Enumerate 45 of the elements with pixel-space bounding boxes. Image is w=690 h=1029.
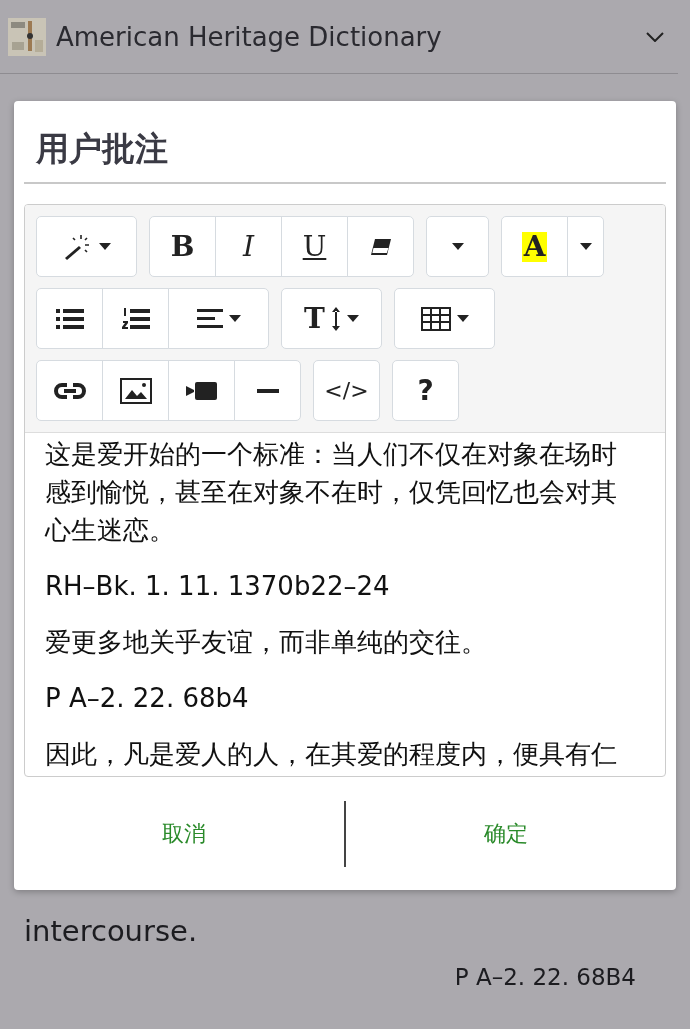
highlight-color-button[interactable]: A [501, 216, 568, 277]
annotation-paragraph: 因此，凡是爱人的人，在其爱的程度内，便具有仁 [45, 738, 618, 771]
confirm-button[interactable]: 确定 [346, 800, 666, 867]
bullet-list-icon [55, 307, 84, 330]
numbered-list-button[interactable] [102, 288, 169, 349]
image-icon [119, 377, 152, 404]
annotation-paragraph: RH–Bk. 1. 11. 1370b22–24 [45, 570, 391, 603]
table-button[interactable] [394, 288, 495, 349]
annotation-paragraph: 这是爱开始的一个标准：当人们不仅在对象在场时感到愉悦，甚至在对象不在时，仅凭回忆也会对其心生迷恋。 [45, 438, 618, 547]
text-size-button[interactable]: T [281, 288, 382, 349]
chevron-down-icon[interactable] [646, 31, 664, 42]
bullet-list-button[interactable] [36, 288, 103, 349]
caret-icon [346, 314, 359, 323]
caret-icon [451, 242, 464, 251]
dialog-title: 用户批注 [24, 101, 666, 184]
align-button[interactable] [168, 288, 269, 349]
italic-button[interactable]: I [215, 216, 282, 277]
video-camera-icon [185, 380, 218, 401]
horizontal-rule-button[interactable] [234, 360, 301, 421]
caret-icon [98, 242, 111, 251]
style-button[interactable] [36, 216, 137, 277]
caret-icon [579, 242, 592, 251]
table-icon [420, 306, 451, 331]
bold-button[interactable]: B [149, 216, 216, 277]
cancel-button[interactable]: 取消 [24, 800, 344, 867]
annotation-paragraph: P A–2. 22. 68b4 [45, 682, 250, 715]
eraser-icon [368, 236, 393, 257]
numbered-list-icon [121, 306, 150, 331]
video-button[interactable] [168, 360, 235, 421]
caret-icon [228, 314, 241, 323]
quote-text: intercourse. [24, 913, 199, 950]
rich-text-editor[interactable]: B I U A T </> ? 这是爱开始的一个标准：当人们不仅在对象在场时感到愉悦，甚至在对象不在时，仅凭回忆也会对其心生迷恋。 RH–Bk. 1. 11. 1370b22–24 爱更多地关乎友谊，而非单纯的交往。 P A–2. 22. 68b4 因此，凡是爱人的人，在其爱的程度内，便具有仁 [24, 204, 666, 778]
reference-text: P A–2. 22. 68B4 [454, 964, 636, 990]
vertical-arrow-icon [330, 305, 341, 332]
align-left-icon [196, 308, 223, 329]
annotation-paragraph: 爱更多地关乎友谊，而非单纯的交往。 [45, 626, 488, 659]
link-icon [53, 381, 86, 400]
code-view-button[interactable]: </> [313, 360, 380, 421]
help-button[interactable]: ? [392, 360, 459, 421]
clear-format-button[interactable] [347, 216, 414, 277]
image-button[interactable] [102, 360, 169, 421]
dictionary-title: American Heritage Dictionary [56, 21, 443, 52]
caret-icon [456, 314, 469, 323]
underline-button[interactable]: U [281, 216, 348, 277]
link-button[interactable] [36, 360, 103, 421]
